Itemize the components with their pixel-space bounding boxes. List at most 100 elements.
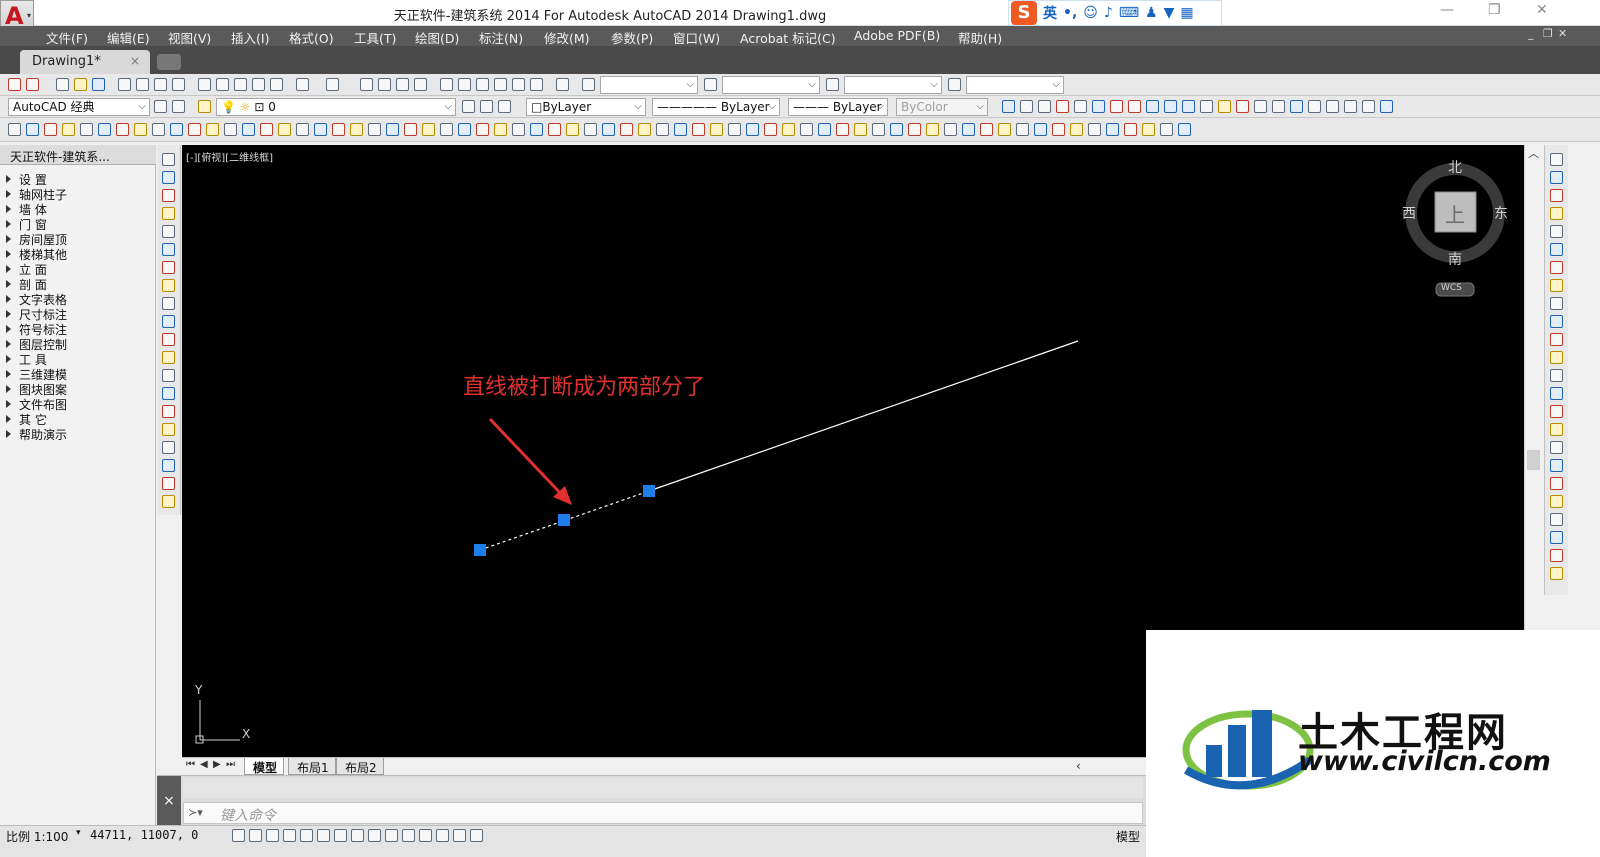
modify-tool-icon[interactable]	[1550, 225, 1563, 238]
layer-manager-icon[interactable]	[198, 100, 211, 113]
tarch-tool-icon[interactable]	[1070, 123, 1083, 136]
tarch-tool-icon[interactable]	[1016, 123, 1029, 136]
tarch-toolbar-icon[interactable]	[1308, 100, 1321, 113]
draw-tool-icon[interactable]	[162, 153, 175, 166]
tarch-tool-icon[interactable]	[1034, 123, 1047, 136]
drafting-toggle-icon[interactable]	[283, 829, 296, 842]
tarch-toolbar-icon[interactable]	[1200, 100, 1213, 113]
help-icon[interactable]	[556, 78, 569, 91]
tarch-tool-icon[interactable]	[44, 123, 57, 136]
user-icon[interactable]: ♟	[1145, 5, 1158, 21]
workspace-select[interactable]: AutoCAD 经典 ⌵	[8, 98, 150, 116]
tarch-tool-icon[interactable]	[728, 123, 741, 136]
tarch-toolbar-icon[interactable]	[1128, 100, 1141, 113]
keyboard-icon[interactable]: ⌨	[1119, 5, 1139, 21]
tarch-tool-icon[interactable]	[476, 123, 489, 136]
modify-tool-icon[interactable]	[1550, 351, 1563, 364]
last-layout-icon[interactable]: ⏭	[226, 759, 235, 770]
menu-format[interactable]: 格式(O)	[289, 28, 334, 47]
tarch-tool-icon[interactable]	[1160, 123, 1173, 136]
tarch-tool-icon[interactable]	[764, 123, 777, 136]
menu-tools[interactable]: 工具(T)	[354, 28, 396, 47]
tarch-tool-icon[interactable]	[224, 123, 237, 136]
tarch-tool-icon[interactable]	[782, 123, 795, 136]
skin-icon[interactable]: ▼	[1164, 5, 1175, 21]
modify-tool-icon[interactable]	[1550, 423, 1563, 436]
tarch-tool-icon[interactable]	[440, 123, 453, 136]
tarch-toolbar-icon[interactable]	[1020, 100, 1033, 113]
modify-tool-icon[interactable]	[1550, 243, 1563, 256]
tarch-tool-icon[interactable]	[854, 123, 867, 136]
tool-palettes-icon[interactable]	[476, 78, 489, 91]
zoom-realtime-icon[interactable]	[378, 78, 391, 91]
drafting-toggle-icon[interactable]	[232, 829, 245, 842]
new-file-icon[interactable]	[56, 78, 69, 91]
undo-icon[interactable]	[296, 78, 309, 91]
tarch-toolbar-icon[interactable]	[1218, 100, 1231, 113]
grid-menu-icon[interactable]: ▦	[1180, 5, 1193, 21]
cursor-coordinates[interactable]: 44711, 11007, 0	[90, 828, 198, 842]
draw-tool-icon[interactable]	[162, 315, 175, 328]
tarch-tool-icon[interactable]	[602, 123, 615, 136]
print-icon[interactable]	[118, 78, 131, 91]
modify-tool-icon[interactable]	[1550, 261, 1563, 274]
draw-tool-icon[interactable]	[162, 279, 175, 292]
draw-tool-icon[interactable]	[162, 387, 175, 400]
microphone-icon[interactable]: ♪	[1104, 5, 1113, 21]
tarch-tool-icon[interactable]	[1124, 123, 1137, 136]
tarch-tool-icon[interactable]	[746, 123, 759, 136]
drafting-toggle-icon[interactable]	[266, 829, 279, 842]
calculator-icon[interactable]	[530, 78, 543, 91]
drafting-toggle-icon[interactable]	[300, 829, 313, 842]
tarch-tool-icon[interactable]	[800, 123, 813, 136]
grip-midpoint[interactable]	[558, 514, 570, 526]
drafting-toggle-icon[interactable]	[385, 829, 398, 842]
modify-tool-icon[interactable]	[1550, 567, 1563, 580]
tarch-tool-icon[interactable]	[170, 123, 183, 136]
tarch-tool-icon[interactable]	[998, 123, 1011, 136]
close-tab-icon[interactable]: ×	[130, 54, 140, 68]
tarch-toolbar-icon[interactable]	[1038, 100, 1051, 113]
save-icon[interactable]	[92, 78, 105, 91]
tarch-tool-icon[interactable]	[674, 123, 687, 136]
tarch-tool-icon[interactable]	[404, 123, 417, 136]
tarch-tool-icon[interactable]	[494, 123, 507, 136]
match-properties-icon[interactable]	[252, 78, 265, 91]
tarch-tool-icon[interactable]	[98, 123, 111, 136]
paste-icon[interactable]	[234, 78, 247, 91]
tarch-tool-icon[interactable]	[908, 123, 921, 136]
tarch-tool-icon[interactable]	[152, 123, 165, 136]
tarch-tool-icon[interactable]	[584, 123, 597, 136]
markup-icon[interactable]	[512, 78, 525, 91]
wcs-label[interactable]: WCS	[1441, 283, 1462, 293]
emoji-icon[interactable]: ☺	[1083, 5, 1098, 21]
copy-icon[interactable]	[216, 78, 229, 91]
multileader-style-select[interactable]: ⌵	[966, 76, 1064, 94]
menu-dimension[interactable]: 标注(N)	[479, 28, 523, 47]
model-space-toggle[interactable]: 模型	[1116, 828, 1140, 845]
layer-previous-icon[interactable]	[480, 100, 493, 113]
drafting-toggle-icon[interactable]	[249, 829, 262, 842]
make-current-layer-icon[interactable]	[462, 100, 475, 113]
tarch-tool-icon[interactable]	[890, 123, 903, 136]
drafting-toggle-icon[interactable]	[470, 829, 483, 842]
drafting-toggle-icon[interactable]	[351, 829, 364, 842]
modify-tool-icon[interactable]	[1550, 513, 1563, 526]
draw-tool-icon[interactable]	[162, 243, 175, 256]
publish-icon[interactable]	[154, 78, 167, 91]
new-tab-button[interactable]	[157, 54, 181, 70]
punctuation-icon[interactable]: •,	[1063, 5, 1077, 21]
tarch-tool-icon[interactable]	[260, 123, 273, 136]
dim-style-icon[interactable]	[704, 78, 717, 91]
draw-tool-icon[interactable]	[162, 369, 175, 382]
viewcube-north[interactable]: 北	[1448, 157, 1462, 177]
tarch-tool-icon[interactable]	[980, 123, 993, 136]
draw-tool-icon[interactable]	[162, 423, 175, 436]
tarch-tool-icon[interactable]	[944, 123, 957, 136]
tarch-tool-icon[interactable]	[206, 123, 219, 136]
color-select[interactable]: □ByLayer ⌵	[526, 98, 646, 116]
tarch-tool-icon[interactable]	[1106, 123, 1119, 136]
zoom-previous-icon[interactable]	[414, 78, 427, 91]
linetype-select[interactable]: ————— ByLayer ⌵	[652, 98, 780, 116]
drawing-tab[interactable]: Drawing1* ×	[20, 50, 150, 74]
